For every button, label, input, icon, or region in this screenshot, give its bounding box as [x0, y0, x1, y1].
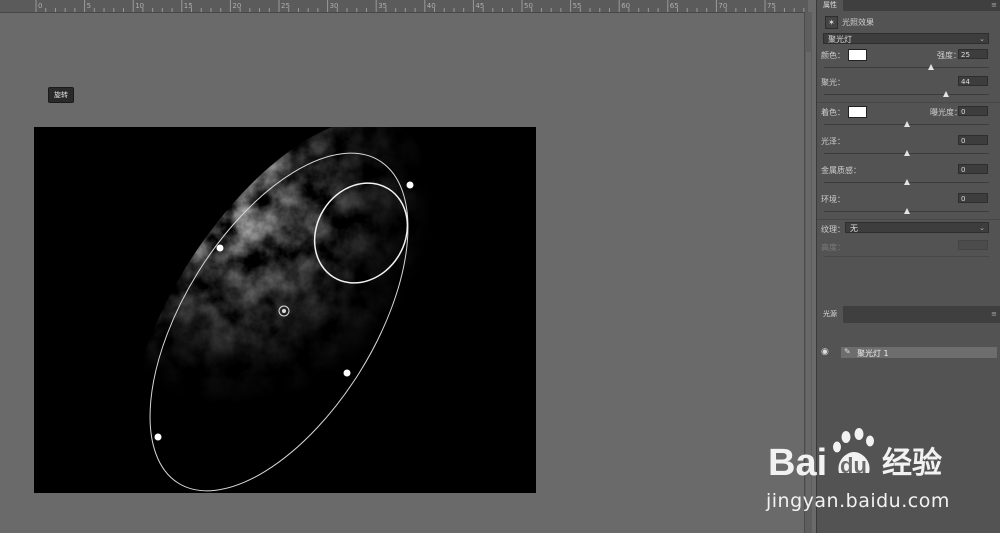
ambience-slider[interactable] [824, 208, 989, 216]
height-label: 高度： [821, 243, 845, 252]
handle-bottom[interactable] [154, 433, 162, 441]
tint-label: 着色： [821, 108, 845, 117]
slider-thumb[interactable] [943, 91, 950, 97]
slider-thumb[interactable] [903, 121, 910, 127]
gloss-field[interactable]: 0 [958, 135, 988, 145]
ruler-tick-label: 55 [572, 2, 582, 10]
lights-panel-header: 光源 ≡ [817, 306, 1000, 323]
ruler-tick-label: 20 [232, 2, 242, 10]
intensity-field[interactable]: 25 [958, 49, 988, 59]
properties-title-row: ✶ 光照效果 [825, 15, 874, 29]
ruler-tick-label: 30 [329, 2, 339, 10]
tint-swatch[interactable] [848, 106, 867, 118]
ruler-tick-label: 0 [38, 2, 43, 10]
baidu-jingyan-watermark: Bai du 经验 jingyan.baidu.com [766, 425, 966, 517]
metallic-label: 金属质感： [821, 166, 861, 175]
ruler-tick-label: 10 [135, 2, 145, 10]
slider-thumb[interactable] [903, 208, 910, 214]
height-slider [824, 253, 989, 261]
ruler-tick-label: 40 [426, 2, 436, 10]
ruler-tick-label: 70 [718, 2, 728, 10]
ambience-field[interactable]: 0 [958, 193, 988, 203]
ruler-tick-label: 5 [86, 2, 92, 10]
handle-left[interactable] [216, 244, 224, 252]
preset-dropdown[interactable]: 聚光灯 ⌄ [823, 33, 989, 44]
ruler-tick-label: 35 [378, 2, 388, 10]
texture-label: 纹理： [821, 225, 845, 234]
height-field [958, 240, 988, 250]
handle-top[interactable] [406, 181, 414, 189]
document-canvas[interactable] [34, 127, 536, 493]
ambience-label: 环境： [821, 195, 845, 204]
hotspot-slider[interactable] [824, 91, 989, 99]
ruler-tick-label: 15 [183, 2, 193, 10]
ruler-tick-label: 65 [669, 2, 679, 10]
horizontal-ruler: 0 5 10 15 20 25 30 35 40 45 50 55 60 65 70 75 [0, 0, 808, 13]
color-swatch[interactable] [848, 49, 867, 61]
tab-properties[interactable]: 属性 [817, 0, 843, 11]
handle-right[interactable] [343, 369, 351, 377]
slider-thumb[interactable] [903, 150, 910, 156]
texture-dropdown[interactable]: 无 ⌄ [845, 222, 989, 233]
svg-text:经验: 经验 [882, 446, 942, 481]
svg-text:Bai: Bai [768, 442, 827, 484]
ruler-tick-label: 60 [621, 2, 631, 10]
watermark-url: jingyan.baidu.com [766, 490, 950, 512]
panel-menu-icon[interactable]: ≡ [991, 1, 997, 9]
light-name: 聚光灯 1 [857, 349, 889, 358]
properties-title: 光照效果 [842, 17, 874, 27]
color-label: 颜色： [821, 51, 845, 60]
chevron-down-icon: ⌄ [979, 224, 985, 232]
texture-value: 无 [850, 224, 858, 233]
ruler-tick-label: 45 [475, 2, 485, 10]
slider-thumb[interactable] [928, 64, 935, 70]
properties-panel-header: 属性 ≡ [817, 0, 1000, 11]
metallic-slider[interactable] [824, 179, 989, 187]
light-list-item[interactable]: ◉ ✎ 聚光灯 1 [821, 347, 997, 358]
spotlight-icon: ✎ [844, 347, 851, 356]
gloss-label: 光泽： [821, 137, 845, 146]
chevron-down-icon: ⌄ [979, 35, 985, 43]
ruler-ticks [35, 0, 805, 12]
rotate-tooltip: 旋转 [48, 87, 74, 103]
preset-value: 聚光灯 [828, 35, 852, 44]
lighting-effects-icon: ✶ [825, 15, 838, 29]
exposure-slider[interactable] [824, 121, 989, 129]
ruler-tick-label: 75 [767, 2, 776, 10]
hotspot-label: 聚光： [821, 78, 845, 87]
ruler-tick-label: 50 [524, 2, 533, 10]
lighting-preview[interactable] [34, 127, 536, 493]
ruler-tick-label: 25 [281, 2, 290, 10]
svg-text:du: du [840, 453, 867, 478]
exposure-field[interactable]: 0 [958, 106, 988, 116]
panel-menu-icon[interactable]: ≡ [991, 310, 997, 318]
baidu-logo: Bai du 经验 [768, 428, 942, 484]
eye-icon[interactable]: ◉ [821, 347, 829, 357]
gloss-slider[interactable] [824, 150, 989, 158]
intensity-slider[interactable] [824, 64, 989, 72]
hotspot-field[interactable]: 44 [958, 76, 988, 86]
slider-thumb[interactable] [903, 179, 910, 185]
metallic-field[interactable]: 0 [958, 164, 988, 174]
tab-lights[interactable]: 光源 [817, 306, 843, 323]
